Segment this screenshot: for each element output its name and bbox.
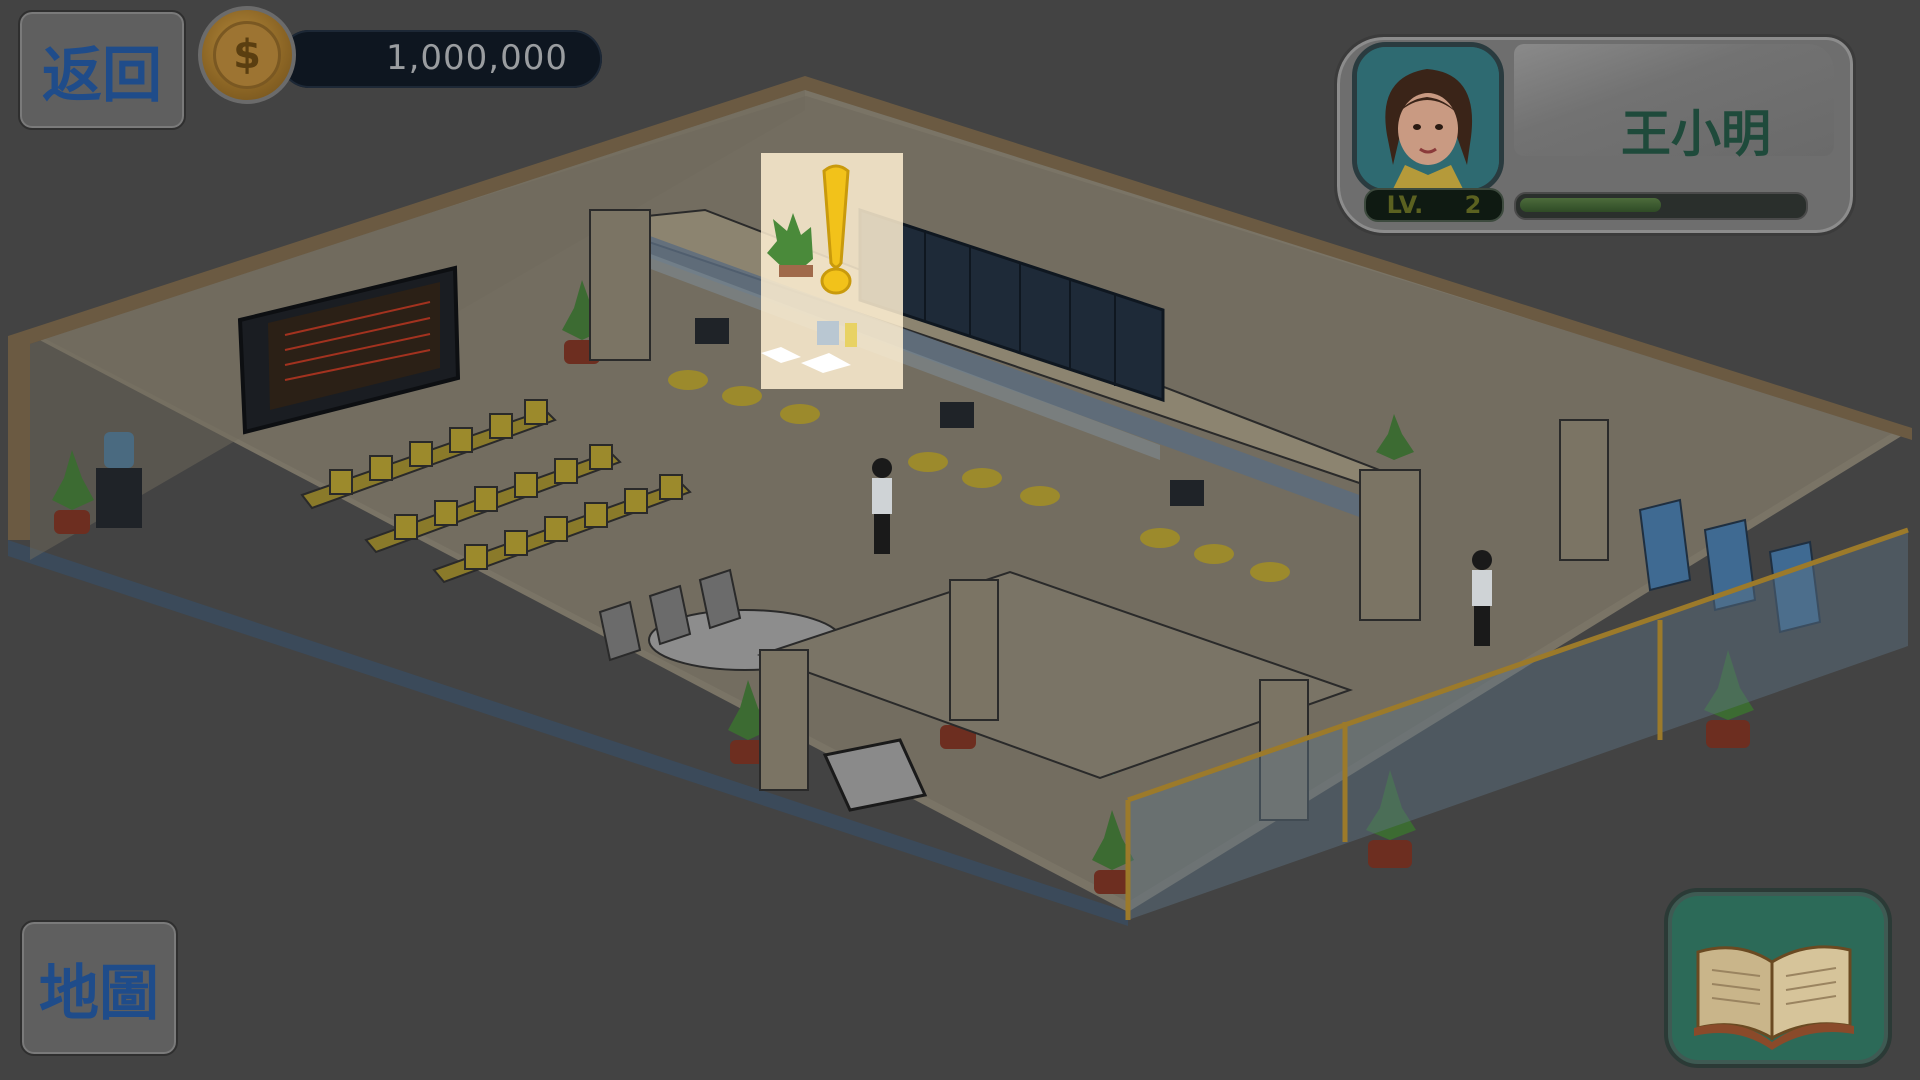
map-button[interactable]: 地圖 <box>20 920 178 1056</box>
back-button-label: 返回 <box>42 40 162 111</box>
open-book-icon <box>1694 945 1854 1050</box>
level-prefix: LV. <box>1386 191 1424 219</box>
player-profile-panel[interactable]: 王小明 LV. 2 <box>1334 34 1856 236</box>
currency-bar: 1,000,000 <box>280 30 602 88</box>
player-name: 王小明 <box>1621 105 1771 163</box>
back-button[interactable]: 返回 <box>18 10 186 130</box>
currency-amount: 1,000,000 <box>385 38 568 78</box>
exclamation-icon <box>761 164 857 373</box>
quest-highlight[interactable] <box>761 153 903 389</box>
level-value: 2 <box>1464 191 1482 219</box>
coin-icon: $ <box>198 6 296 104</box>
map-button-label: 地圖 <box>39 958 159 1029</box>
xp-progress-bar <box>1514 192 1808 220</box>
avatar-portrait-icon[interactable] <box>1352 42 1504 194</box>
game-screen: 返回 地圖 1,000,000 $ 王小明 LV. 2 <box>0 0 1920 1080</box>
xp-progress-fill <box>1520 198 1661 212</box>
level-badge: LV. 2 <box>1364 188 1504 222</box>
guide-book-button[interactable] <box>1664 888 1892 1068</box>
coin-symbol: $ <box>213 21 281 89</box>
